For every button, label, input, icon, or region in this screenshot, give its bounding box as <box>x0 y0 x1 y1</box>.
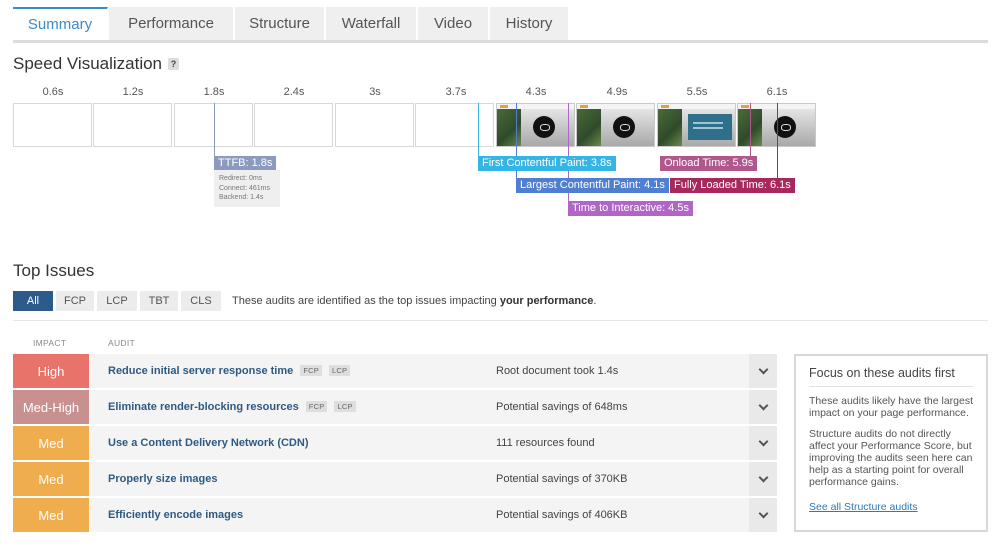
audit-title[interactable]: Reduce initial server response time FCP … <box>108 365 351 377</box>
ttfb-line <box>214 103 215 157</box>
filter-all[interactable]: All <box>13 291 53 311</box>
fcp-line <box>478 103 479 157</box>
metric-tag: FCP <box>305 401 328 412</box>
audit-result: Potential savings of 406KB <box>496 509 628 521</box>
audit-title[interactable]: Properly size images <box>108 473 217 485</box>
chevron-down-icon <box>758 400 768 410</box>
fcp-marker: First Contentful Paint: 3.8s <box>478 156 616 171</box>
tick-label: 5.5s <box>686 86 708 98</box>
tick-label: 3s <box>369 86 381 98</box>
report-tabs: Summary Performance Structure Waterfall … <box>13 7 988 43</box>
impact-column-header: IMPACT <box>33 338 67 348</box>
tab-performance[interactable]: Performance <box>109 7 234 40</box>
filmstrip-frame-screenshot[interactable] <box>657 103 736 147</box>
audit-row[interactable]: Med-High Eliminate render-blocking resou… <box>13 390 777 424</box>
audit-title-text[interactable]: Reduce initial server response time <box>108 365 293 377</box>
tab-summary[interactable]: Summary <box>13 7 108 40</box>
chevron-down-icon <box>758 508 768 518</box>
filter-description: These audits are identified as the top i… <box>232 295 596 307</box>
lcp-marker: Largest Contentful Paint: 4.1s <box>516 178 669 193</box>
tick-label: 4.9s <box>606 86 628 98</box>
focus-paragraph: Structure audits do not directly affect … <box>809 428 973 488</box>
impact-badge: Med <box>13 498 89 532</box>
filmstrip-frame-blank[interactable] <box>254 103 333 147</box>
chevron-down-icon <box>758 472 768 482</box>
impact-badge: Med-High <box>13 390 89 424</box>
audit-title[interactable]: Efficiently encode images <box>108 509 243 521</box>
filter-note-end: . <box>593 295 597 307</box>
tti-marker: Time to Interactive: 4.5s <box>568 201 693 216</box>
impact-badge: High <box>13 354 89 388</box>
ttfb-redirect: Redirect: 0ms <box>219 175 263 182</box>
ttfb-breakdown: Redirect: 0ms Connect: 461ms Backend: 1.… <box>214 170 280 207</box>
metric-tag: FCP <box>300 365 322 376</box>
audit-title-text[interactable]: Efficiently encode images <box>108 509 243 521</box>
audit-row[interactable]: Med Efficiently encode images Potential … <box>13 498 777 532</box>
tick-label: 4.3s <box>525 86 547 98</box>
audit-result: Potential savings of 370KB <box>496 473 628 485</box>
ttfb-connect: Connect: 461ms <box>219 184 270 192</box>
focus-panel: Focus on these audits first These audits… <box>794 354 988 532</box>
audit-title-text[interactable]: Eliminate render-blocking resources <box>108 401 299 413</box>
tab-history[interactable]: History <box>490 7 569 40</box>
audit-row[interactable]: Med Use a Content Delivery Network (CDN)… <box>13 426 777 460</box>
expand-button[interactable] <box>749 462 777 496</box>
tab-video[interactable]: Video <box>418 7 489 40</box>
filmstrip-frame-blank[interactable] <box>93 103 172 147</box>
filmstrip-frame-blank[interactable] <box>335 103 414 147</box>
expand-button[interactable] <box>749 498 777 532</box>
metric-tag: LCP <box>334 401 356 412</box>
fully-loaded-line <box>777 103 778 179</box>
tab-structure[interactable]: Structure <box>235 7 325 40</box>
chevron-down-icon <box>758 436 768 446</box>
divider <box>13 320 988 321</box>
filter-lcp[interactable]: LCP <box>97 291 137 311</box>
ttfb-backend: Backend: 1.4s <box>219 194 264 201</box>
onload-line <box>750 103 751 157</box>
metric-tag: LCP <box>328 365 351 376</box>
expand-button[interactable] <box>749 426 777 460</box>
audit-title-text[interactable]: Properly size images <box>108 473 217 485</box>
speed-visualization-label: Speed Visualization <box>13 54 163 73</box>
ttfb-marker: TTFB: 1.8s <box>214 156 277 171</box>
speed-visualization-title: Speed Visualization? <box>13 54 180 74</box>
tick-label: 1.8s <box>203 86 225 98</box>
audit-title[interactable]: Eliminate render-blocking resources FCP … <box>108 401 356 413</box>
filter-tbt[interactable]: TBT <box>140 291 178 311</box>
audit-result: 111 resources found <box>496 437 595 449</box>
impact-badge: Med <box>13 426 89 460</box>
audit-result: Root document took 1.4s <box>496 365 619 377</box>
impact-badge: Med <box>13 462 89 496</box>
audit-column-header: AUDIT <box>108 338 135 348</box>
tick-label: 6.1s <box>766 86 788 98</box>
onload-marker: Onload Time: 5.9s <box>660 156 758 171</box>
fully-loaded-marker: Fully Loaded Time: 6.1s <box>670 178 795 193</box>
tick-label: 2.4s <box>283 86 305 98</box>
expand-button[interactable] <box>749 390 777 424</box>
audit-title[interactable]: Use a Content Delivery Network (CDN) <box>108 437 309 449</box>
see-all-structure-audits-link[interactable]: See all Structure audits <box>809 501 918 513</box>
filter-cls[interactable]: CLS <box>181 291 221 311</box>
tick-label: 0.6s <box>42 86 64 98</box>
chevron-down-icon <box>758 364 768 374</box>
filmstrip-frame-screenshot[interactable] <box>576 103 655 147</box>
tick-label: 3.7s <box>445 86 467 98</box>
top-issues-title: Top Issues <box>13 261 95 280</box>
tick-label: 1.2s <box>122 86 144 98</box>
tab-waterfall[interactable]: Waterfall <box>326 7 417 40</box>
audit-row[interactable]: High Reduce initial server response time… <box>13 354 777 388</box>
audit-row[interactable]: Med Properly size images Potential savin… <box>13 462 777 496</box>
help-icon[interactable]: ? <box>168 58 180 70</box>
focus-title: Focus on these audits first <box>809 366 973 387</box>
filmstrip-frame-blank[interactable] <box>13 103 92 147</box>
filmstrip-frame-blank[interactable] <box>415 103 494 147</box>
filmstrip-frame-screenshot[interactable] <box>496 103 575 147</box>
filter-note-text: These audits are identified as the top i… <box>232 295 497 307</box>
filter-fcp[interactable]: FCP <box>56 291 94 311</box>
filter-note-emphasis: your performance <box>499 295 594 307</box>
audit-result: Potential savings of 648ms <box>496 401 628 413</box>
focus-paragraph: These audits likely have the largest imp… <box>809 395 974 419</box>
expand-button[interactable] <box>749 354 777 388</box>
audit-title-text[interactable]: Use a Content Delivery Network (CDN) <box>108 437 309 449</box>
